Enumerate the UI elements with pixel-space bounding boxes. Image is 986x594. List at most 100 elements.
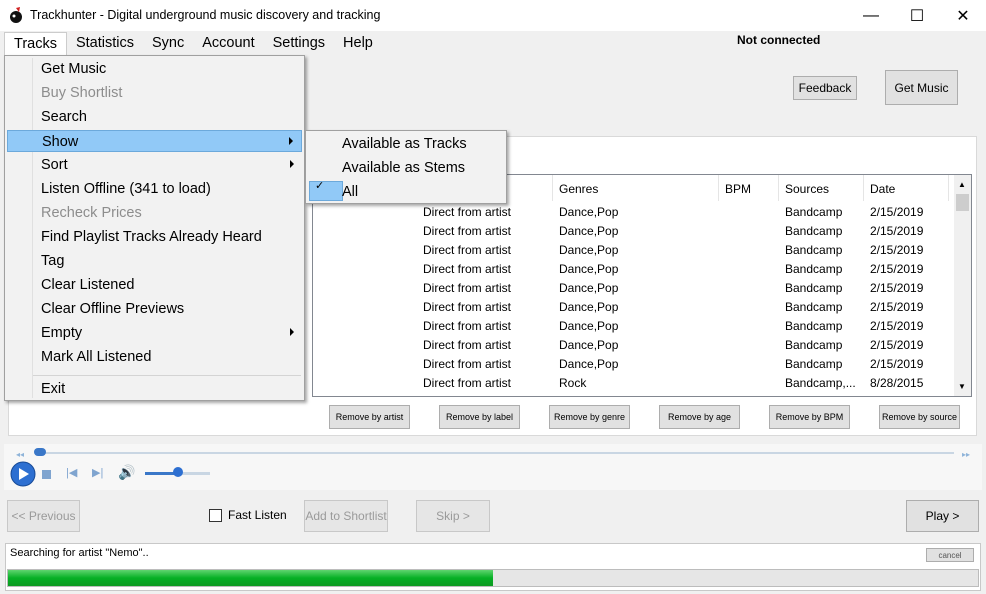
menu-item-sort[interactable]: Sort	[7, 154, 302, 176]
media-player: ◂◂ ▸▸ |◀ ▶| 🔊	[4, 444, 982, 490]
tracks-menu-dropdown: Get Music Buy Shortlist Search Show Sort List…	[4, 55, 305, 401]
menu-help[interactable]: Help	[334, 32, 382, 56]
table-cell: Direct from artist	[423, 243, 512, 257]
skip-button[interactable]: Skip >	[416, 500, 490, 532]
menu-item-label: Clear Listened	[41, 277, 135, 293]
menu-account[interactable]: Account	[193, 32, 263, 56]
table-row[interactable]: Direct from artist Rock Bandcamp,... 8/28/2…	[313, 373, 953, 392]
table-row[interactable]: Direct from artist Dance,Pop Bandcamp 2/15/…	[313, 354, 953, 373]
menu-item-label: Search	[41, 109, 87, 125]
menu-item-find-playlist-tracks-already-heard[interactable]: Find Playlist Tracks Already Heard	[7, 226, 302, 248]
menu-statistics[interactable]: Statistics	[67, 32, 143, 56]
scroll-thumb[interactable]	[956, 194, 969, 211]
menu-item-buy-shortlist[interactable]: Buy Shortlist	[7, 82, 302, 104]
tracks-grid[interactable]: Genres BPM Sources Date Direct from arti…	[312, 174, 972, 397]
table-row[interactable]: Direct from artist Dance,Pop Bandcamp 2/15/…	[313, 335, 953, 354]
get-music-button[interactable]: Get Music	[885, 70, 958, 105]
column-header-sources[interactable]: Sources	[779, 175, 864, 201]
submenu-item-available-as-tracks[interactable]: Available as Tracks	[308, 133, 504, 155]
submenu-arrow-icon	[290, 328, 294, 336]
volume-thumb[interactable]	[172, 467, 183, 477]
column-header-bpm[interactable]: BPM	[719, 175, 779, 201]
table-cell: Dance,Pop	[559, 338, 619, 352]
table-cell: Direct from artist	[423, 262, 512, 276]
table-row[interactable]: Direct from artist Dance,Pop Bandcamp 2/15/…	[313, 278, 953, 297]
table-row[interactable]: Direct from artist Dance,Pop Bandcamp 2/15/…	[313, 259, 953, 278]
menu-settings[interactable]: Settings	[264, 32, 334, 56]
add-to-shortlist-button[interactable]: Add to Shortlist	[304, 500, 388, 532]
submenu-item-available-as-stems[interactable]: Available as Stems	[308, 157, 504, 179]
menu-item-tag[interactable]: Tag	[7, 250, 302, 272]
play-button[interactable]: Play >	[906, 500, 979, 532]
table-row[interactable]: Direct from artist Dance,Pop Bandcamp 2/15/…	[313, 221, 953, 240]
play-icon[interactable]	[8, 461, 38, 487]
column-header-genres[interactable]: Genres	[553, 175, 719, 201]
volume-icon[interactable]: 🔊	[118, 464, 135, 481]
previous-button[interactable]: << Previous	[7, 500, 80, 532]
remove-by-genre-button[interactable]: Remove by genre	[549, 405, 630, 429]
title-bar: Trackhunter - Digital underground music …	[0, 0, 986, 31]
cancel-button[interactable]: cancel	[926, 548, 974, 562]
table-cell: Bandcamp	[785, 338, 843, 352]
seek-thumb[interactable]	[34, 448, 46, 456]
progress-bar	[7, 569, 979, 587]
remove-by-age-button[interactable]: Remove by age	[659, 405, 740, 429]
app-logo-icon	[10, 7, 22, 23]
submenu-item-label: Available as Tracks	[342, 136, 467, 152]
stop-icon[interactable]	[42, 470, 51, 479]
menu-item-label: Sort	[41, 157, 68, 173]
menu-item-recheck-prices[interactable]: Recheck Prices	[7, 202, 302, 224]
table-cell: Dance,Pop	[559, 357, 619, 371]
table-cell: Direct from artist	[423, 338, 512, 352]
seek-back-icon[interactable]: ◂◂	[16, 450, 24, 459]
next-icon[interactable]: ▶|	[92, 466, 103, 479]
fast-listen-checkbox[interactable]	[209, 509, 222, 522]
feedback-button[interactable]: Feedback	[793, 76, 857, 100]
show-submenu: Available as Tracks Available as Stems ✓ Al…	[305, 130, 507, 204]
menu-tracks[interactable]: Tracks	[4, 32, 67, 57]
menu-item-exit[interactable]: Exit	[7, 378, 302, 400]
menu-item-label: Find Playlist Tracks Already Heard	[41, 229, 262, 245]
scroll-down-icon[interactable]: ▼	[958, 382, 966, 391]
table-row[interactable]: Direct from artist Dance,Pop Bandcamp 2/15/…	[313, 316, 953, 335]
submenu-item-all[interactable]: ✓ All	[308, 180, 504, 203]
table-cell: 2/15/2019	[870, 281, 924, 295]
table-cell: Bandcamp	[785, 357, 843, 371]
table-cell: Direct from artist	[423, 281, 512, 295]
menu-item-clear-listened[interactable]: Clear Listened	[7, 274, 302, 296]
table-cell: Bandcamp,...	[785, 376, 856, 390]
menu-item-show[interactable]: Show	[7, 130, 302, 152]
remove-by-bpm-button[interactable]: Remove by BPM	[769, 405, 850, 429]
menu-sync[interactable]: Sync	[143, 32, 193, 56]
menu-item-search[interactable]: Search	[7, 106, 302, 128]
column-header-date[interactable]: Date	[864, 175, 949, 201]
table-row[interactable]: Direct from artist Dance,Pop Bandcamp 2/15/…	[313, 297, 953, 316]
remove-by-label-button[interactable]: Remove by label	[439, 405, 520, 429]
previous-icon[interactable]: |◀	[66, 466, 77, 479]
menu-item-mark-all-listened[interactable]: Mark All Listened	[7, 346, 302, 368]
submenu-item-label: Available as Stems	[342, 160, 466, 176]
remove-by-artist-button[interactable]: Remove by artist	[329, 405, 410, 429]
table-cell: Bandcamp	[785, 224, 843, 238]
seek-track[interactable]	[44, 452, 954, 454]
table-cell: 8/28/2015	[870, 376, 924, 390]
table-cell: Direct from artist	[423, 224, 512, 238]
table-cell: Dance,Pop	[559, 319, 619, 333]
grid-scrollbar[interactable]: ▲ ▼	[954, 175, 971, 396]
menu-item-label: Exit	[41, 381, 66, 397]
menu-item-listen-offline-341-to-load[interactable]: Listen Offline (341 to load)	[7, 178, 302, 200]
submenu-item-label: All	[342, 184, 359, 200]
remove-by-source-button[interactable]: Remove by source	[879, 405, 960, 429]
menu-item-get-music[interactable]: Get Music	[7, 58, 302, 80]
check-icon: ✓	[315, 180, 325, 192]
menu-item-empty[interactable]: Empty	[7, 322, 302, 344]
minimize-button[interactable]: —	[848, 0, 894, 31]
table-row[interactable]: Direct from artist Dance,Pop Bandcamp 2/15/…	[313, 240, 953, 259]
menu-item-clear-offline-previews[interactable]: Clear Offline Previews	[7, 298, 302, 320]
table-row[interactable]: Direct from artist Dance,Pop Bandcamp 2/15/…	[313, 202, 953, 221]
submenu-arrow-icon	[289, 137, 293, 145]
maximize-button[interactable]: ☐	[894, 0, 940, 31]
close-button[interactable]: ✕	[940, 0, 986, 31]
scroll-up-icon[interactable]: ▲	[958, 180, 966, 189]
seek-forward-icon[interactable]: ▸▸	[962, 450, 970, 459]
